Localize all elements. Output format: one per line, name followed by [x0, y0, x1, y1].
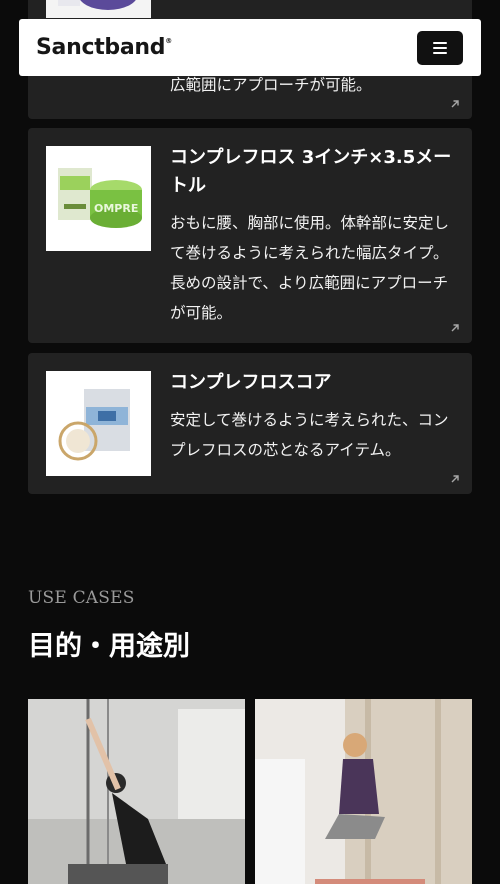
- arrow-up-right-icon: [451, 324, 459, 332]
- use-case-photo-squat[interactable]: [255, 699, 472, 884]
- purple-band-image: [46, 0, 151, 18]
- site-header: Sanctband®: [19, 19, 481, 76]
- stretching-woman-image: [28, 699, 245, 884]
- squatting-woman-image: [255, 699, 472, 884]
- product-description: おもに腰、胸部に使用。体幹部に安定して巻けるように考えられた幅広タイプ。長めの設…: [170, 214, 450, 322]
- product-title: コンプレフロスコア: [170, 372, 332, 393]
- section-eyebrow: USE CASES: [28, 588, 135, 608]
- logo-text: Sanctband: [36, 35, 166, 60]
- use-case-photo-stretch[interactable]: [28, 699, 245, 884]
- svg-text:OMPRE: OMPRE: [94, 202, 138, 215]
- hamburger-icon: [433, 41, 447, 44]
- menu-button[interactable]: [417, 30, 463, 65]
- product-card[interactable]: コンプレフロスコア 安定して巻けるように考えられた、コンプレフロスの芯となるアイ…: [28, 353, 472, 494]
- arrow-up-right-icon: [451, 475, 459, 483]
- green-floss-band-image: OMPRE: [46, 146, 151, 251]
- site-logo[interactable]: Sanctband®: [36, 35, 172, 60]
- product-card[interactable]: OMPRE コンプレフロス 3インチ×3.5メートル おもに腰、胸部に使用。体幹…: [28, 128, 472, 343]
- product-image: [46, 0, 151, 18]
- floss-core-image: [46, 371, 151, 476]
- product-image: OMPRE: [46, 146, 151, 251]
- section-title: 目的・用途別: [28, 631, 190, 662]
- product-title: コンプレフロス 3インチ×3.5メートル: [170, 147, 452, 196]
- arrow-up-right-icon: [451, 100, 459, 108]
- product-description: 安定して巻けるように考えられた、コンプレフロスの芯となるアイテム。: [170, 411, 449, 459]
- registered-mark: ®: [165, 37, 172, 45]
- product-image: [46, 371, 151, 476]
